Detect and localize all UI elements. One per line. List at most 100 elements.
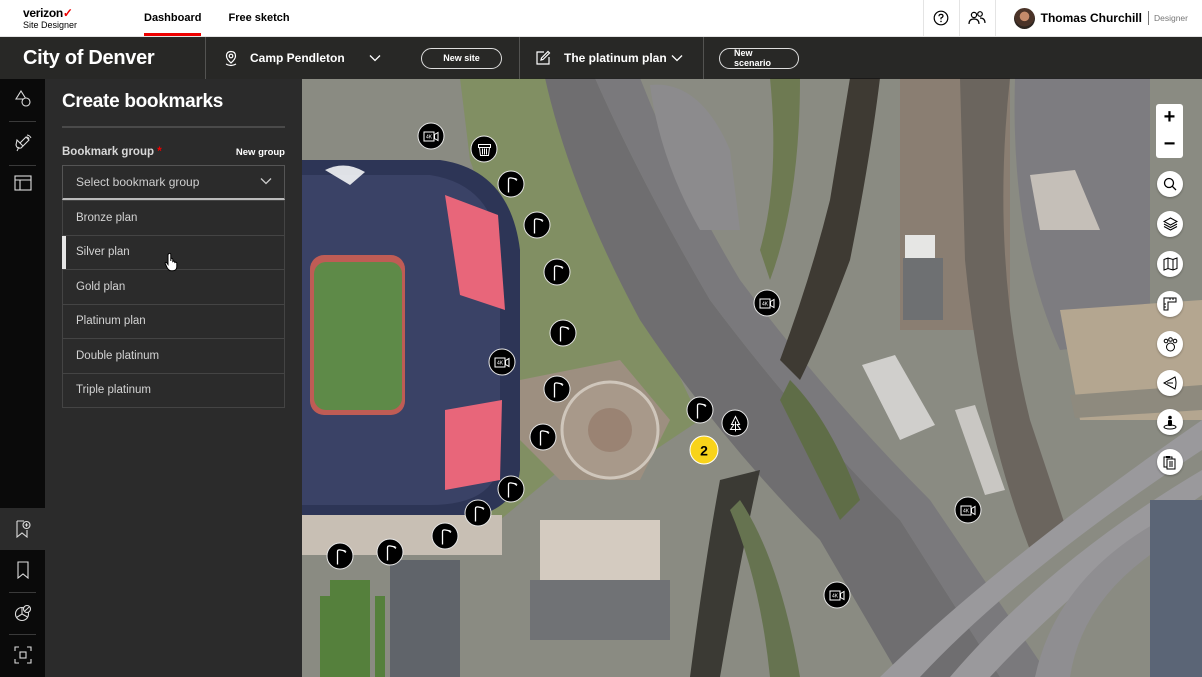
streetlight-marker[interactable] bbox=[686, 396, 714, 424]
camera-4k-marker[interactable]: 4K bbox=[488, 348, 516, 376]
bookmark-group-label: Bookmark group * bbox=[62, 146, 162, 158]
streetlight-icon bbox=[696, 402, 706, 418]
streetlight-marker[interactable] bbox=[376, 538, 404, 566]
tree-marker[interactable] bbox=[721, 409, 749, 437]
rail-analytics-button[interactable] bbox=[0, 593, 45, 633]
layout-icon bbox=[13, 175, 32, 191]
layers-icon bbox=[1162, 217, 1178, 231]
divider bbox=[703, 37, 704, 79]
svg-text:4K: 4K bbox=[963, 508, 970, 514]
left-rail bbox=[0, 79, 45, 677]
streetlight-marker[interactable] bbox=[549, 319, 577, 347]
clipboard-icon bbox=[1163, 455, 1176, 469]
tab-dashboard[interactable]: Dashboard bbox=[144, 0, 202, 36]
camera-icon: 4K bbox=[423, 131, 439, 141]
cluster-marker[interactable]: 2 bbox=[689, 435, 719, 465]
new-scenario-button[interactable]: New scenario bbox=[719, 47, 799, 69]
camera-icon: 4K bbox=[829, 590, 845, 600]
rail-bookmark-button[interactable] bbox=[0, 550, 45, 590]
search-icon bbox=[1163, 177, 1177, 191]
option-double-platinum[interactable]: Double platinum bbox=[63, 338, 284, 373]
layers-button[interactable] bbox=[1157, 211, 1183, 237]
divider bbox=[62, 126, 285, 128]
trash-bin-marker[interactable] bbox=[470, 135, 498, 163]
brand-name: verizon bbox=[23, 6, 63, 20]
measure-button[interactable] bbox=[1157, 291, 1183, 317]
streetlight-marker[interactable] bbox=[431, 522, 459, 550]
basemap-button[interactable] bbox=[1157, 251, 1183, 277]
new-group-link[interactable]: New group bbox=[236, 147, 285, 158]
new-site-button[interactable]: New site bbox=[421, 47, 502, 69]
streetlight-icon bbox=[533, 217, 543, 233]
streetlight-icon bbox=[553, 381, 563, 397]
brand-logo[interactable]: verizon✓ Site Designer bbox=[0, 0, 120, 36]
streetlight-icon bbox=[474, 505, 484, 521]
streetlight-icon bbox=[386, 544, 396, 560]
streetlight-marker[interactable] bbox=[497, 170, 525, 198]
rail-fullscreen-button[interactable] bbox=[0, 635, 45, 675]
main-nav: Dashboard Free sketch bbox=[144, 0, 317, 36]
camera-icon: 4K bbox=[960, 505, 976, 515]
field-label-text: Bookmark group bbox=[62, 146, 155, 158]
streetlight-marker[interactable] bbox=[497, 475, 525, 503]
add-bookmark-icon bbox=[15, 520, 31, 538]
streetlight-icon bbox=[441, 528, 451, 544]
user-menu[interactable]: Thomas Churchill Designer bbox=[994, 0, 1202, 36]
streetlight-marker[interactable] bbox=[529, 423, 557, 451]
svg-text:4K: 4K bbox=[762, 301, 769, 307]
bookmark-icon bbox=[16, 561, 29, 579]
camera-4k-marker[interactable]: 4K bbox=[417, 122, 445, 150]
help-circle-icon bbox=[933, 10, 949, 26]
users-button[interactable] bbox=[958, 0, 995, 36]
scenario-bar: City of Denver Camp Pendleton New site T… bbox=[0, 37, 1202, 79]
map-search-button[interactable] bbox=[1157, 171, 1183, 197]
panel-title: Create bookmarks bbox=[62, 91, 223, 112]
option-platinum-plan[interactable]: Platinum plan bbox=[63, 303, 284, 339]
camera-4k-marker[interactable]: 4K bbox=[954, 496, 982, 524]
rail-satellite-button[interactable] bbox=[0, 123, 45, 163]
user-name: Thomas Churchill bbox=[1040, 11, 1142, 25]
plan-selector[interactable]: The platinum plan bbox=[520, 50, 683, 66]
rail-add-bookmark-button[interactable] bbox=[0, 508, 45, 550]
streetlight-icon bbox=[336, 548, 346, 564]
streetlight-marker[interactable] bbox=[543, 375, 571, 403]
rail-shapes-button[interactable] bbox=[0, 79, 45, 119]
chevron-down-icon bbox=[260, 178, 272, 185]
satellite-icon bbox=[14, 134, 31, 152]
user-role: Designer bbox=[1153, 13, 1188, 23]
group-button[interactable] bbox=[1157, 331, 1183, 357]
viewshed-button[interactable] bbox=[1157, 370, 1183, 396]
zoom-out-button[interactable]: − bbox=[1156, 131, 1183, 158]
zoom-in-button[interactable]: + bbox=[1156, 104, 1183, 131]
help-button[interactable] bbox=[922, 0, 959, 36]
tab-free-sketch[interactable]: Free sketch bbox=[228, 0, 289, 36]
bookmark-group-select[interactable]: Select bookmark group bbox=[62, 165, 285, 200]
edit-icon bbox=[536, 50, 551, 65]
top-header: verizon✓ Site Designer Dashboard Free sk… bbox=[0, 0, 1202, 37]
group-icon bbox=[1163, 336, 1177, 351]
option-triple-platinum[interactable]: Triple platinum bbox=[63, 372, 284, 408]
tree-icon bbox=[729, 415, 741, 431]
option-bronze-plan[interactable]: Bronze plan bbox=[63, 200, 284, 235]
streetlight-marker[interactable] bbox=[543, 258, 571, 286]
camera-4k-marker[interactable]: 4K bbox=[753, 289, 781, 317]
streetlight-marker[interactable] bbox=[464, 499, 492, 527]
streetlight-icon bbox=[559, 325, 569, 341]
viewshed-icon bbox=[1163, 376, 1177, 390]
option-gold-plan[interactable]: Gold plan bbox=[63, 269, 284, 304]
chevron-down-icon bbox=[671, 55, 683, 62]
clipboard-button[interactable] bbox=[1157, 449, 1183, 475]
streetlight-marker[interactable] bbox=[326, 542, 354, 570]
camera-4k-marker[interactable]: 4K bbox=[823, 581, 851, 609]
site-selector[interactable]: Camp Pendleton bbox=[206, 50, 381, 67]
rail-layout-button[interactable] bbox=[0, 163, 45, 203]
city-title: City of Denver bbox=[23, 46, 155, 69]
product-name: Site Designer bbox=[23, 20, 78, 30]
shapes-icon bbox=[14, 90, 31, 107]
streetlight-marker[interactable] bbox=[523, 211, 551, 239]
streetlight-icon bbox=[553, 264, 563, 280]
avatar bbox=[1013, 7, 1035, 29]
streetlight-icon bbox=[539, 429, 549, 445]
select-placeholder: Select bookmark group bbox=[76, 175, 200, 189]
street-view-button[interactable] bbox=[1157, 409, 1183, 435]
